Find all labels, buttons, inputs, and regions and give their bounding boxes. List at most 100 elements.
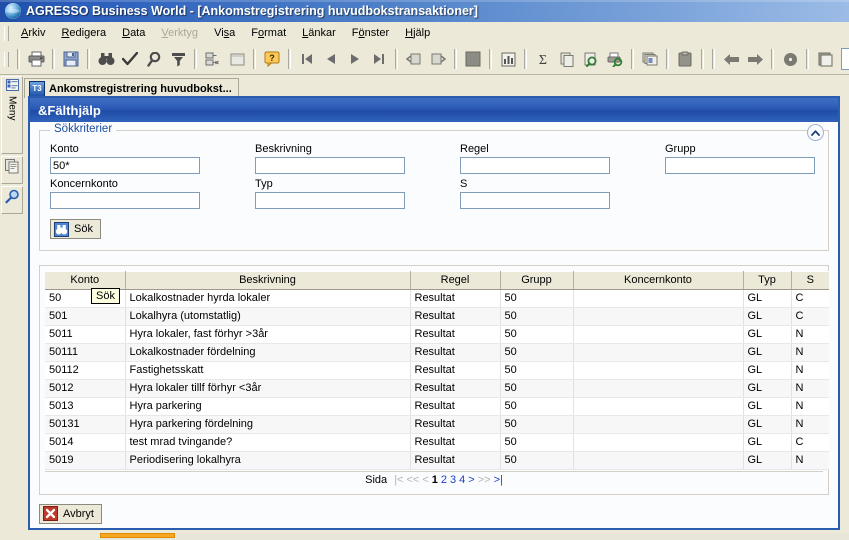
previous-record-icon[interactable] — [320, 48, 342, 70]
print-report-icon[interactable] — [604, 48, 626, 70]
column-header-s[interactable]: S — [791, 270, 829, 290]
first-record-icon[interactable] — [296, 48, 318, 70]
pagination-prev-block[interactable]: << — [406, 474, 419, 486]
table-row[interactable]: 50131 Hyra parkering fördelning Resultat 50… — [45, 415, 829, 434]
table-row[interactable]: 5012 Hyra lokaler tillf förhyr <3år Result… — [45, 379, 829, 398]
last-record-icon[interactable] — [368, 48, 390, 70]
application-window: AGRESSO Business World - [Ankomstregistr… — [0, 0, 849, 540]
column-header-koncernkonto[interactable]: Koncernkonto — [573, 270, 744, 290]
cell-koncernkonto — [573, 451, 744, 470]
menu-item-lankar[interactable]: Länkar — [294, 25, 344, 41]
pagination-page-2[interactable]: 2 — [441, 474, 447, 486]
pagination-first[interactable]: |< — [394, 474, 403, 486]
cell-beskrivning: Hyra parkering fördelning — [125, 415, 411, 434]
pagination-page-1[interactable]: 1 — [432, 474, 438, 486]
cell-regel: Resultat — [410, 289, 501, 308]
print-icon[interactable] — [25, 48, 47, 70]
help-question-icon[interactable]: ? — [261, 48, 283, 70]
menu-item-redigera[interactable]: Redigera — [53, 25, 114, 41]
sum-sigma-icon[interactable]: Σ — [532, 48, 554, 70]
table-row[interactable]: 5019 Periodisering lokalhyra Resultat 50 GL N — [45, 451, 829, 470]
record-dot-icon[interactable] — [779, 48, 801, 70]
left-dock: Meny — [0, 76, 23, 538]
pagination-next-block[interactable]: >> — [478, 474, 491, 486]
cancel-button[interactable]: Avbryt — [39, 503, 102, 524]
regel-input[interactable] — [460, 157, 610, 174]
sidebar-item-copy[interactable] — [1, 156, 23, 184]
koncernkonto-input[interactable] — [50, 192, 200, 209]
next-record-icon[interactable] — [344, 48, 366, 70]
chart-bar-icon[interactable] — [497, 48, 519, 70]
field-grupp-label: Grupp — [665, 143, 696, 155]
toolbar-gripper[interactable] — [4, 51, 9, 67]
table-row[interactable]: 50111 Lokalkostnader fördelning Resultat 50… — [45, 343, 829, 362]
cell-konto: 5013 — [45, 397, 126, 416]
binoculars-search-icon[interactable] — [95, 48, 117, 70]
horizontal-scrollbar-thumb[interactable] — [100, 533, 175, 538]
cell-typ: GL — [743, 379, 792, 398]
menu-bar-gripper[interactable] — [4, 25, 9, 41]
back-arrow-icon[interactable] — [720, 48, 742, 70]
table-row[interactable]: 50 Lokalkostnader hyrda lokaler Resultat 50… — [45, 289, 829, 308]
cell-grupp: 50 — [500, 415, 574, 434]
chevron-up-icon[interactable] — [807, 124, 824, 141]
column-header-grupp[interactable]: Grupp — [500, 270, 574, 290]
beskrivning-input[interactable] — [255, 157, 405, 174]
search-button[interactable]: Sök — [50, 219, 101, 239]
menu-item-format[interactable]: Format — [243, 25, 294, 41]
table-row[interactable]: 50112 Fastighetsskatt Resultat 50 GL N — [45, 361, 829, 380]
expand-tree-icon[interactable] — [202, 48, 224, 70]
menu-item-visa[interactable]: Visa — [206, 25, 243, 41]
column-header-typ[interactable]: Typ — [743, 270, 792, 290]
stop-square-icon[interactable] — [462, 48, 484, 70]
table-row[interactable]: 5011 Hyra lokaler, fast förhyr >3år Result… — [45, 325, 829, 344]
menu-item-data[interactable]: Data — [114, 25, 153, 41]
field-s: S — [460, 178, 665, 209]
cell-grupp: 50 — [500, 397, 574, 416]
clipboard-paste-icon[interactable] — [674, 48, 696, 70]
table-row[interactable]: 501 Lokalhyra (utomstatlig) Resultat 50 GL C — [45, 307, 829, 326]
pagination-prev[interactable]: < — [422, 474, 428, 486]
menu-item-arkiv[interactable]: Arkiv — [13, 25, 53, 41]
table-row[interactable]: 5014 test mrad tvingande? Resultat 50 GL C — [45, 433, 829, 452]
menu-item-fonster[interactable]: Fönster — [344, 25, 397, 41]
cell-s: N — [791, 397, 829, 416]
pagination-page-4[interactable]: 4 — [459, 474, 465, 486]
cell-koncernkonto — [573, 379, 744, 398]
column-header-regel[interactable]: Regel — [410, 270, 501, 290]
column-header-beskrivning[interactable]: Beskrivning — [125, 270, 411, 290]
blank-window-icon[interactable] — [226, 48, 248, 70]
save-icon[interactable] — [60, 48, 82, 70]
toolbar-separator — [631, 49, 634, 69]
cascade-windows-icon[interactable] — [639, 48, 661, 70]
sidebar-item-meny[interactable]: Meny — [1, 76, 23, 154]
filter-icon[interactable] — [167, 48, 189, 70]
table-row[interactable]: 5013 Hyra parkering Resultat 50 GL N — [45, 397, 829, 416]
cell-typ: GL — [743, 415, 792, 434]
typ-input[interactable] — [255, 192, 405, 209]
checkmark-icon[interactable] — [119, 48, 141, 70]
pagination-label: Sida — [365, 474, 388, 486]
konto-input[interactable] — [50, 157, 200, 174]
forward-arrow-icon[interactable] — [744, 48, 766, 70]
tab-ankomstregistrering[interactable]: T3 Ankomstregistrering huvudbokst... — [24, 78, 239, 98]
redo-refresh-icon[interactable] — [427, 48, 449, 70]
field-konto: Konto — [50, 143, 255, 174]
document-icon[interactable] — [814, 48, 836, 70]
cell-konto: 5012 — [45, 379, 126, 398]
pagination-page-3[interactable]: 3 — [450, 474, 456, 486]
print-preview-icon[interactable] — [580, 48, 602, 70]
copy-icon[interactable] — [556, 48, 578, 70]
column-header-konto[interactable]: Konto — [45, 270, 126, 290]
grupp-input[interactable] — [665, 157, 815, 174]
pagination-last[interactable]: >| — [494, 474, 503, 486]
toolbar-search-field[interactable] — [841, 48, 849, 70]
toolbar-separator — [666, 49, 669, 69]
horizontal-scrollbar-track[interactable] — [100, 533, 849, 540]
magnifier-icon[interactable] — [143, 48, 165, 70]
menu-item-hjalp[interactable]: Hjälp — [397, 25, 438, 41]
sidebar-item-search[interactable] — [1, 186, 23, 214]
pagination-next[interactable]: > — [468, 474, 474, 486]
undo-refresh-icon[interactable] — [403, 48, 425, 70]
s-input[interactable] — [460, 192, 610, 209]
